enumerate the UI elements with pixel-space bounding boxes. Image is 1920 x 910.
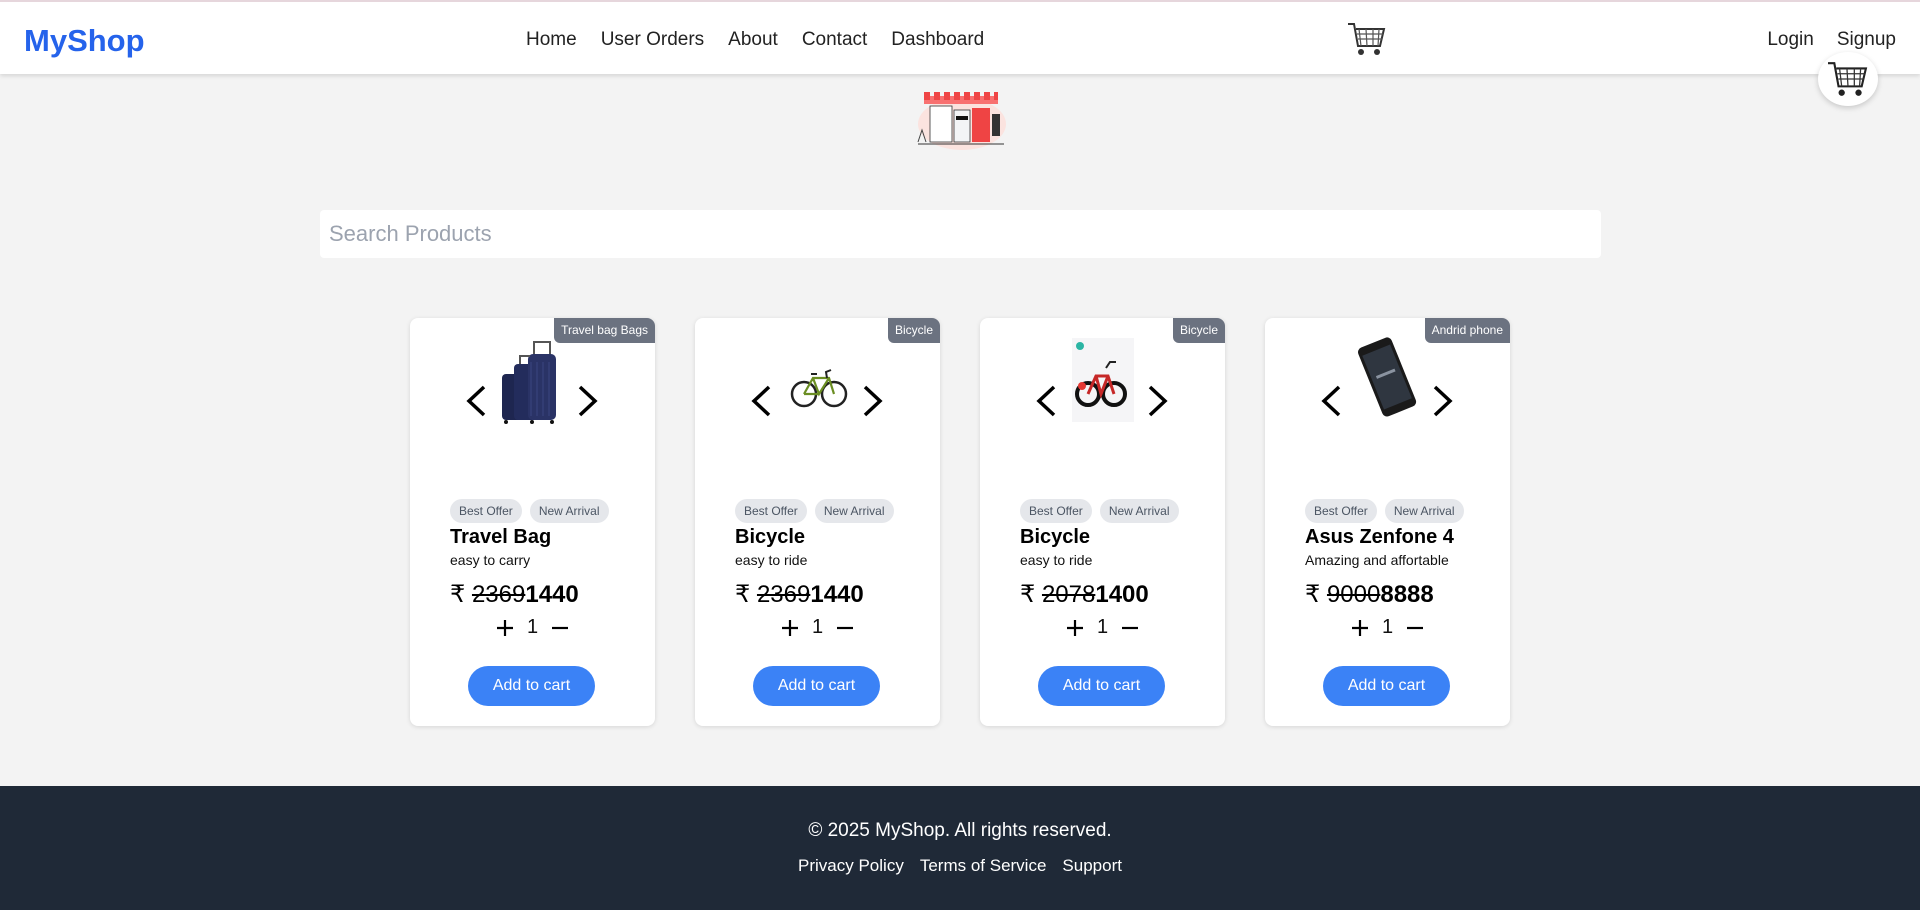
old-price: 9000 xyxy=(1326,581,1381,608)
luggage-image xyxy=(502,341,556,424)
tag-list: Best Offer New Arrival xyxy=(1020,499,1179,523)
previous-image-arrow-icon[interactable] xyxy=(1319,384,1343,418)
minus-icon[interactable] xyxy=(835,618,855,638)
tag-list: Best Offer New Arrival xyxy=(1305,499,1464,523)
smartphone-image xyxy=(1358,337,1417,417)
previous-image-arrow-icon[interactable] xyxy=(1034,384,1058,418)
nav-home[interactable]: Home xyxy=(526,29,577,51)
quantity-stepper: 1 xyxy=(695,616,940,639)
old-price: 2369 xyxy=(471,581,526,608)
tag-list: Best Offer New Arrival xyxy=(735,499,894,523)
product-price: ₹ 20781400 xyxy=(1020,580,1149,609)
product-name: Travel Bag xyxy=(450,526,552,548)
quantity-value: 1 xyxy=(1096,616,1109,638)
new-price: 8888 xyxy=(1380,581,1434,608)
tag-list: Best Offer New Arrival xyxy=(450,499,609,523)
product-description: easy to ride xyxy=(735,552,808,568)
product-name: Bicycle xyxy=(735,526,806,548)
product-price: ₹ 90008888 xyxy=(1305,580,1434,609)
tag-best-offer: Best Offer xyxy=(1020,499,1092,523)
old-price: 2369 xyxy=(756,581,811,608)
quantity-stepper: 1 xyxy=(980,616,1225,639)
tag-new-arrival: New Arrival xyxy=(529,499,609,523)
old-price: 2078 xyxy=(1041,581,1096,608)
copyright-text: © 2025 MyShop. All rights reserved. xyxy=(808,820,1112,841)
next-image-arrow-icon[interactable] xyxy=(576,384,600,418)
auth-links: Login Signup xyxy=(1767,29,1896,51)
kids-bicycle-image xyxy=(1072,338,1134,422)
quantity-value: 1 xyxy=(526,616,539,638)
signup-link[interactable]: Signup xyxy=(1837,29,1896,51)
product-price: ₹ 23691440 xyxy=(735,580,864,609)
product-card: Bicycle Best Offer New Arrival Bicycle e… xyxy=(695,318,940,726)
tag-new-arrival: New Arrival xyxy=(814,499,894,523)
product-price: ₹ 23691440 xyxy=(450,580,579,609)
plus-icon[interactable] xyxy=(495,618,515,638)
product-description: Amazing and affortable xyxy=(1305,552,1449,568)
plus-icon[interactable] xyxy=(780,618,800,638)
cart-icon xyxy=(1828,62,1868,96)
shop-illustration xyxy=(917,92,1006,150)
next-image-arrow-icon[interactable] xyxy=(1431,384,1455,418)
minus-icon[interactable] xyxy=(1120,618,1140,638)
quantity-value: 1 xyxy=(1381,616,1394,638)
next-image-arrow-icon[interactable] xyxy=(861,384,885,418)
next-image-arrow-icon[interactable] xyxy=(1146,384,1170,418)
new-price: 1400 xyxy=(1095,581,1149,608)
add-to-cart-button[interactable]: Add to cart xyxy=(1323,666,1450,706)
currency-symbol: ₹ xyxy=(1020,581,1036,608)
currency-symbol: ₹ xyxy=(1305,581,1321,608)
tag-best-offer: Best Offer xyxy=(450,499,522,523)
minus-icon[interactable] xyxy=(1405,618,1425,638)
tag-new-arrival: New Arrival xyxy=(1099,499,1179,523)
bicycle-image xyxy=(790,369,848,408)
product-description: easy to carry xyxy=(450,552,531,568)
add-to-cart-button[interactable]: Add to cart xyxy=(1038,666,1165,706)
tag-best-offer: Best Offer xyxy=(735,499,807,523)
tag-best-offer: Best Offer xyxy=(1305,499,1377,523)
nav-about[interactable]: About xyxy=(728,29,778,51)
brand-logo[interactable]: MyShop xyxy=(24,23,145,59)
nav-contact[interactable]: Contact xyxy=(802,29,867,51)
new-price: 1440 xyxy=(810,581,864,608)
product-card: Bicycle Best Offer New Arrival Bicycle e… xyxy=(980,318,1225,726)
product-card: Travel bag Bags Best Offer New Arrival T… xyxy=(410,318,655,726)
plus-icon[interactable] xyxy=(1065,618,1085,638)
currency-symbol: ₹ xyxy=(735,581,751,608)
add-to-cart-button[interactable]: Add to cart xyxy=(753,666,880,706)
currency-symbol: ₹ xyxy=(450,581,466,608)
quantity-value: 1 xyxy=(811,616,824,638)
product-description: easy to ride xyxy=(1020,552,1093,568)
navbar: MyShop Home User Orders About Contact Da… xyxy=(0,0,1920,74)
main-nav: Home User Orders About Contact Dashboard xyxy=(526,29,984,51)
support-link[interactable]: Support xyxy=(1062,856,1122,876)
cart-icon[interactable] xyxy=(1346,20,1388,58)
previous-image-arrow-icon[interactable] xyxy=(749,384,773,418)
product-name: Asus Zenfone 4 xyxy=(1305,526,1454,548)
footer-links: Privacy Policy Terms of Service Support xyxy=(0,856,1920,876)
nav-dashboard[interactable]: Dashboard xyxy=(891,29,984,51)
minus-icon[interactable] xyxy=(550,618,570,638)
login-link[interactable]: Login xyxy=(1767,29,1814,51)
search-input[interactable] xyxy=(320,210,1601,258)
product-card: Andrid phone Best Offer New Arrival Asus… xyxy=(1265,318,1510,726)
nav-user-orders[interactable]: User Orders xyxy=(601,29,704,51)
terms-of-service-link[interactable]: Terms of Service xyxy=(920,856,1047,876)
quantity-stepper: 1 xyxy=(1265,616,1510,639)
quantity-stepper: 1 xyxy=(410,616,655,639)
new-price: 1440 xyxy=(525,581,579,608)
plus-icon[interactable] xyxy=(1350,618,1370,638)
tag-new-arrival: New Arrival xyxy=(1384,499,1464,523)
footer: © 2025 MyShop. All rights reserved. Priv… xyxy=(0,786,1920,910)
add-to-cart-button[interactable]: Add to cart xyxy=(468,666,595,706)
floating-cart-button[interactable] xyxy=(1818,52,1878,106)
product-name: Bicycle xyxy=(1020,526,1091,548)
previous-image-arrow-icon[interactable] xyxy=(464,384,488,418)
privacy-policy-link[interactable]: Privacy Policy xyxy=(798,856,904,876)
